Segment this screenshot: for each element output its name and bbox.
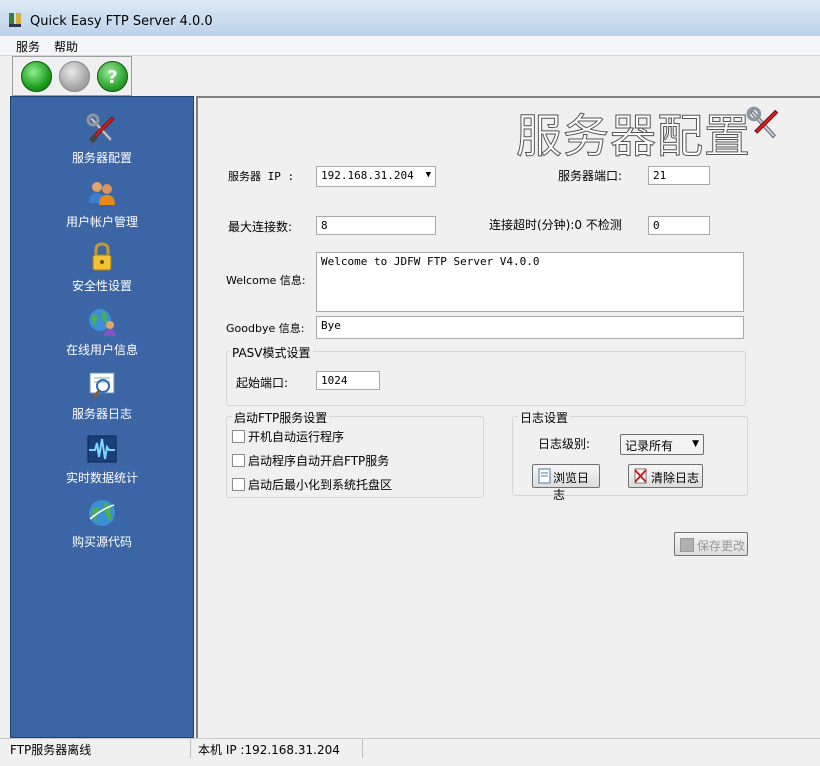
server-status-text: FTP服务器离线: [10, 743, 92, 757]
save-icon: [680, 538, 694, 552]
question-icon: ?: [107, 67, 117, 88]
users-icon: [89, 182, 115, 205]
tools-icon: [86, 113, 115, 144]
help-button[interactable]: ?: [97, 61, 128, 92]
welcome-label: Welcome 信息:: [226, 274, 306, 287]
startup-option-label: 启动后最小化到系统托盘区: [248, 478, 393, 492]
server-ip-label: 服务器 IP :: [228, 170, 295, 183]
sidebar-item-label: 用户帐户管理: [65, 215, 138, 229]
local-ip-text: 本机 IP :192.168.31.204: [198, 743, 340, 757]
server-port-label: 服务器端口:: [558, 169, 623, 183]
save-changes-button[interactable]: 保存更改: [674, 532, 748, 556]
menu-service[interactable]: 服务: [16, 38, 40, 55]
timeout-label: 连接超时(分钟):0 不检测: [489, 218, 622, 232]
window-title: Quick Easy FTP Server 4.0.0: [30, 14, 213, 29]
sidebar-item-label: 购买源代码: [71, 535, 132, 549]
pasv-start-port-label: 起始端口:: [236, 376, 289, 390]
startup-option-label: 开机自动运行程序: [248, 430, 345, 444]
minimize-tray-checkbox[interactable]: [232, 478, 245, 491]
svg-text:?: ?: [107, 67, 117, 88]
sidebar-item-server-log[interactable]: 服务器日志: [11, 369, 193, 431]
server-ip-select[interactable]: 192.168.31.204 ▼: [316, 166, 436, 187]
status-divider: [362, 739, 363, 758]
server-ip-value: 192.168.31.204: [321, 169, 414, 182]
pasv-group-title: PASV模式设置: [230, 344, 313, 361]
status-bar: FTP服务器离线 本机 IP :192.168.31.204: [0, 738, 820, 759]
welcome-message-input[interactable]: Welcome to JDFW FTP Server V4.0.0: [316, 252, 744, 312]
timeout-input[interactable]: 0: [648, 216, 710, 235]
autostart-ftp-checkbox[interactable]: [232, 454, 245, 467]
status-divider: [190, 739, 191, 758]
log-level-label: 日志级别:: [538, 437, 591, 451]
title-bar: Quick Easy FTP Server 4.0.0: [0, 0, 820, 37]
pulse-icon: [87, 435, 117, 463]
sidebar-item-online-users[interactable]: 在线用户信息: [11, 305, 193, 367]
log-group-title: 日志设置: [518, 409, 571, 426]
sidebar-item-security[interactable]: 安全性设置: [11, 241, 193, 303]
chevron-down-icon: ▼: [692, 439, 699, 449]
sidebar-item-realtime-stats[interactable]: 实时数据统计: [11, 433, 193, 495]
sidebar-item-label: 安全性设置: [71, 279, 132, 293]
max-connections-label: 最大连接数:: [228, 220, 293, 234]
sidebar-item-buy-source[interactable]: 购买源代码: [11, 497, 193, 559]
log-level-select[interactable]: 记录所有 ▼: [620, 434, 704, 455]
banner-title: 服务器配置: [516, 109, 751, 164]
goodbye-message-input[interactable]: Bye: [316, 316, 744, 339]
log-level-value: 记录所有: [625, 439, 674, 453]
delete-icon: [634, 468, 647, 484]
tools-icon: [746, 106, 779, 139]
pasv-start-port-input[interactable]: 1024: [316, 371, 380, 390]
clear-log-label: 清除日志: [651, 471, 700, 485]
startup-option-label: 启动程序自动开启FTP服务: [248, 454, 390, 468]
sidebar-item-server-config[interactable]: 服务器配置: [11, 113, 193, 175]
app-icon: [9, 13, 21, 27]
log-icon: [89, 372, 115, 398]
save-changes-label: 保存更改: [697, 539, 746, 553]
menu-bar: 服务 帮助: [0, 36, 820, 56]
globe-icon: [89, 500, 115, 526]
lock-icon: [92, 242, 112, 271]
clear-log-button[interactable]: 清除日志: [628, 464, 703, 488]
sidebar-item-label: 服务器日志: [71, 407, 132, 421]
sidebar-item-label: 实时数据统计: [65, 471, 138, 485]
chevron-down-icon: ▼: [425, 170, 431, 180]
toolbar: ?: [12, 56, 132, 96]
sidebar-item-user-accounts[interactable]: 用户帐户管理: [11, 177, 193, 239]
start-server-button[interactable]: [21, 61, 52, 92]
server-port-input[interactable]: 21: [648, 166, 710, 185]
sidebar-item-label: 在线用户信息: [65, 343, 138, 357]
sidebar-item-label: 服务器配置: [71, 151, 132, 165]
browse-log-button[interactable]: 浏览日志: [532, 464, 600, 502]
sidebar: 服务器配置 用户帐户管理 安全性设置 在线用户信息 服务器日志 实时数据统计 购…: [10, 96, 194, 738]
globe-user-icon: [89, 309, 116, 336]
document-icon: [538, 468, 551, 484]
stop-server-button[interactable]: [59, 61, 90, 92]
autorun-checkbox[interactable]: [232, 430, 245, 443]
config-panel: 服务器配置 服务器 IP : 192.168.31.204 ▼ 服务器端口: 2…: [196, 96, 820, 738]
goodbye-label: Goodbye 信息:: [226, 322, 305, 335]
startup-group-title: 启动FTP服务设置: [232, 409, 330, 426]
browse-log-label: 浏览日志: [553, 471, 590, 502]
max-connections-input[interactable]: 8: [316, 216, 436, 235]
menu-help[interactable]: 帮助: [54, 38, 78, 55]
